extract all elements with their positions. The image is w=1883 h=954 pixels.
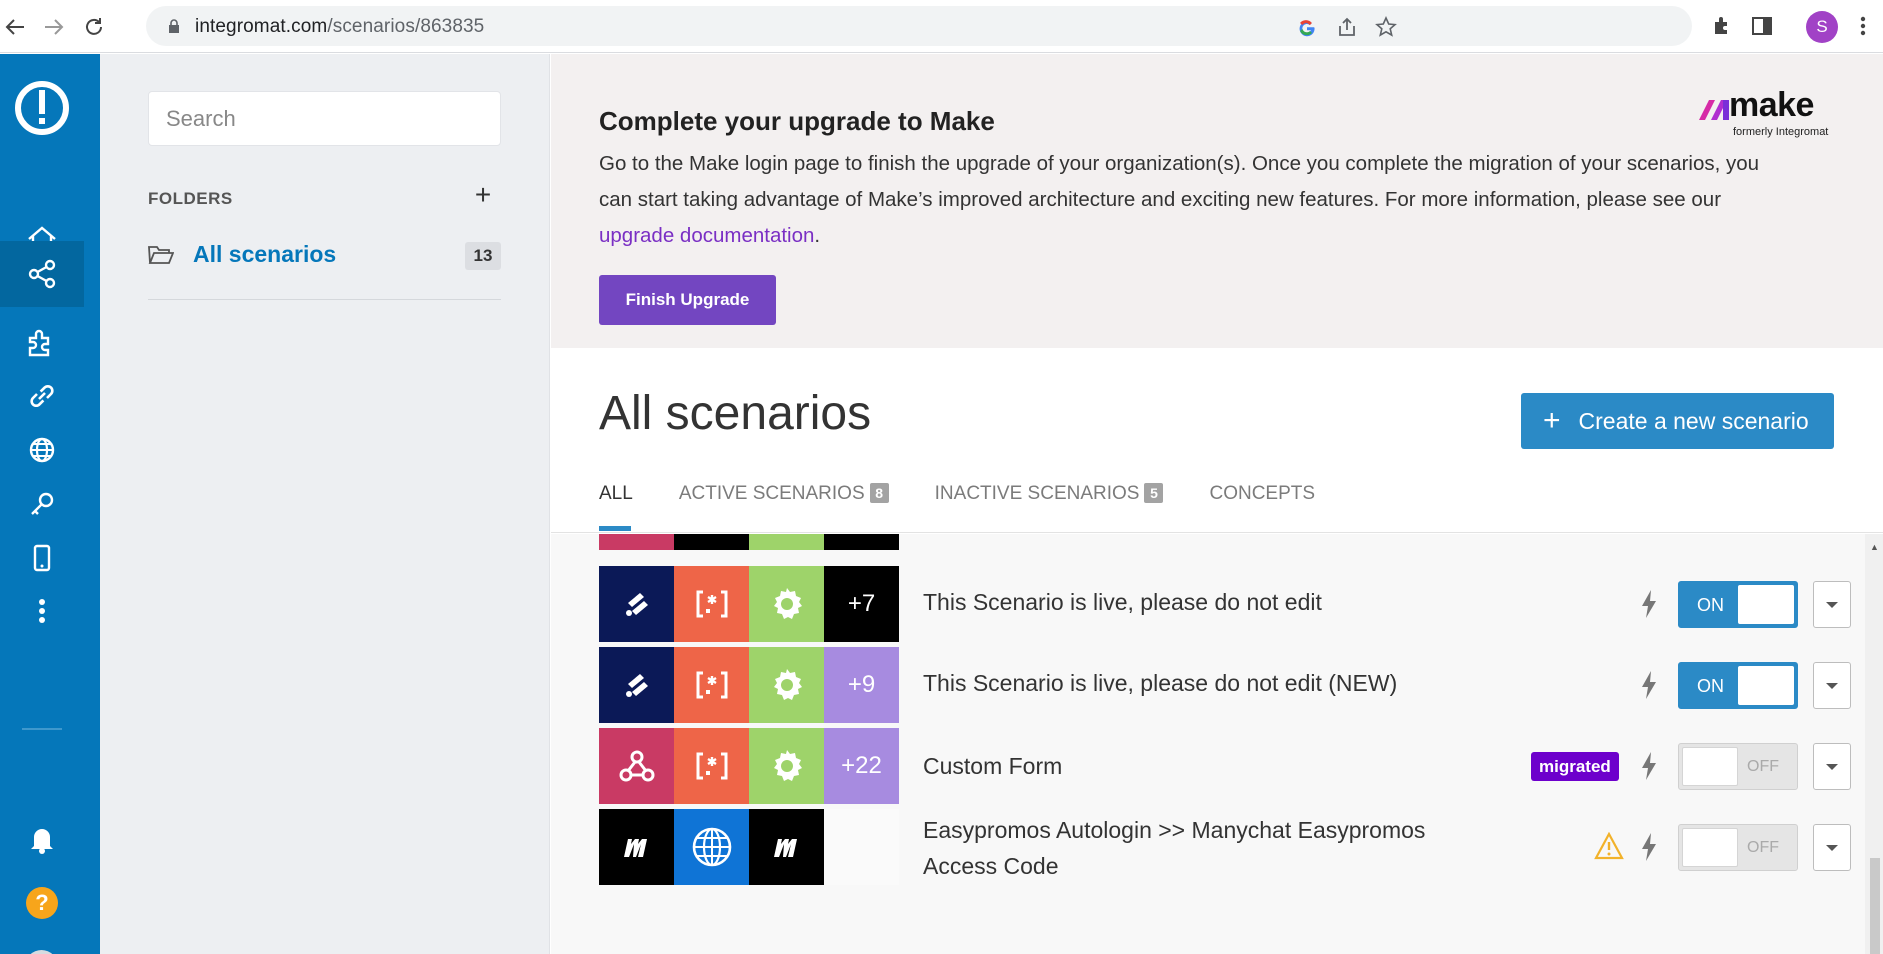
regex-icon — [674, 647, 749, 723]
search-input[interactable] — [148, 91, 501, 146]
scenario-name[interactable]: Custom Form — [923, 748, 1062, 784]
bell-icon[interactable] — [0, 806, 84, 871]
chevron-down-icon — [1826, 682, 1838, 689]
more-apps-count: +22 — [824, 728, 899, 804]
scenario-options-button[interactable] — [1813, 824, 1851, 871]
star-icon[interactable] — [1375, 16, 1397, 38]
scenario-toggle[interactable]: ON — [1678, 581, 1798, 628]
list-item[interactable] — [599, 534, 1852, 550]
folder-count: 13 — [465, 242, 501, 270]
google-icon[interactable] — [1296, 16, 1318, 38]
scenario-toggle[interactable]: ON — [1678, 662, 1798, 709]
reload-icon[interactable] — [81, 14, 107, 40]
tab-concepts[interactable]: CONCEPTS — [1209, 483, 1315, 533]
scenario-options-button[interactable] — [1813, 662, 1851, 709]
lock-icon — [169, 19, 179, 33]
plus-icon: + — [1543, 404, 1561, 437]
side-panel-icon[interactable] — [1749, 13, 1775, 39]
page-title: All scenarios — [599, 387, 872, 440]
app-logo-icon — [599, 566, 674, 642]
scenario-toggle[interactable]: OFF — [1678, 743, 1798, 790]
upgrade-docs-link[interactable]: upgrade documentation — [599, 224, 814, 247]
scenario-list: +7 This Scenario is live, please do not … — [551, 534, 1883, 954]
profile-avatar[interactable]: S — [1806, 11, 1838, 43]
help-icon[interactable]: ? — [26, 887, 58, 919]
banner-title: Complete your upgrade to Make — [599, 106, 995, 136]
create-scenario-button[interactable]: + Create a new scenario — [1521, 393, 1834, 449]
make-logo: make formerly Integromat — [1679, 86, 1839, 140]
avatar[interactable] — [25, 950, 58, 954]
scenarios-icon[interactable] — [0, 241, 84, 307]
migrated-badge: migrated — [1531, 752, 1619, 781]
url-text: integromat.com/scenarios/863835 — [195, 16, 485, 37]
scenario-toggle[interactable]: OFF — [1678, 824, 1798, 871]
upgrade-banner: Complete your upgrade to Make Go to the … — [551, 54, 1883, 348]
add-folder-button[interactable]: + — [470, 181, 496, 209]
list-item[interactable]: +7 This Scenario is live, please do not … — [599, 566, 1852, 642]
address-bar[interactable]: integromat.com/scenarios/863835 — [146, 6, 1692, 46]
webhook-icon — [599, 728, 674, 804]
back-icon[interactable] — [2, 14, 28, 40]
chevron-down-icon — [1826, 601, 1838, 608]
gear-icon — [749, 647, 824, 723]
rail-divider — [22, 728, 62, 730]
scenario-options-button[interactable] — [1813, 581, 1851, 628]
more-apps-count: +7 — [824, 566, 899, 642]
list-item[interactable]: +22 Custom Form migrated OFF — [599, 728, 1852, 804]
list-item[interactable]: Easypromos Autologin >> Manychat Easypro… — [599, 809, 1852, 885]
manychat-icon — [749, 809, 824, 885]
folder-name: All scenarios — [193, 241, 337, 267]
scenario-name[interactable]: This Scenario is live, please do not edi… — [923, 665, 1397, 701]
scenario-options-button[interactable] — [1813, 743, 1851, 790]
tab-active[interactable]: ACTIVE SCENARIOS 8 — [679, 483, 889, 533]
more-icon[interactable] — [0, 578, 84, 643]
scenario-name[interactable]: This Scenario is live, please do not edi… — [923, 584, 1322, 620]
scenarios-header: All scenarios + Create a new scenario AL… — [551, 348, 1883, 533]
scrollbar[interactable]: ▲ — [1865, 534, 1883, 954]
share-icon[interactable] — [1336, 16, 1358, 38]
gear-icon — [749, 566, 824, 642]
finish-upgrade-button[interactable]: Finish Upgrade — [599, 275, 776, 325]
folders-panel: FOLDERS + All scenarios 13 — [100, 54, 550, 954]
tab-inactive[interactable]: INACTIVE SCENARIOS 5 — [935, 483, 1164, 533]
run-bolt-icon[interactable] — [1640, 751, 1658, 781]
forward-icon[interactable] — [41, 14, 67, 40]
folder-item[interactable]: All scenarios 13 — [148, 236, 501, 276]
run-bolt-icon[interactable] — [1640, 670, 1658, 700]
app-rail: ? — [0, 54, 100, 954]
scenario-name[interactable]: Easypromos Autologin >> Manychat Easypro… — [923, 812, 1453, 884]
folder-divider — [148, 299, 501, 300]
list-item[interactable]: +9 This Scenario is live, please do not … — [599, 647, 1852, 723]
globe-icon — [674, 809, 749, 885]
scroll-up-icon: ▲ — [1870, 542, 1879, 552]
regex-icon — [674, 728, 749, 804]
folder-icon — [148, 246, 174, 264]
warning-icon — [1594, 832, 1624, 860]
menu-icon[interactable] — [1850, 13, 1876, 39]
regex-icon — [674, 566, 749, 642]
chevron-down-icon — [1826, 763, 1838, 770]
run-bolt-icon[interactable] — [1640, 832, 1658, 862]
scenario-tabs: ALL ACTIVE SCENARIOS 8 INACTIVE SCENARIOS… — [599, 483, 1361, 533]
integromat-logo[interactable] — [14, 80, 70, 136]
app-logo-icon — [599, 647, 674, 723]
chevron-down-icon — [1826, 844, 1838, 851]
browser-toolbar: integromat.com/scenarios/863835 S — [0, 0, 1883, 53]
run-bolt-icon[interactable] — [1640, 589, 1658, 619]
gear-icon — [749, 728, 824, 804]
scrollbar-thumb — [1870, 858, 1880, 954]
banner-body: Go to the Make login page to finish the … — [599, 152, 1760, 247]
folders-heading: FOLDERS — [148, 189, 233, 208]
more-apps-count: +9 — [824, 647, 899, 723]
manychat-icon — [599, 809, 674, 885]
extensions-icon[interactable] — [1709, 13, 1735, 39]
tab-all[interactable]: ALL — [599, 483, 633, 533]
